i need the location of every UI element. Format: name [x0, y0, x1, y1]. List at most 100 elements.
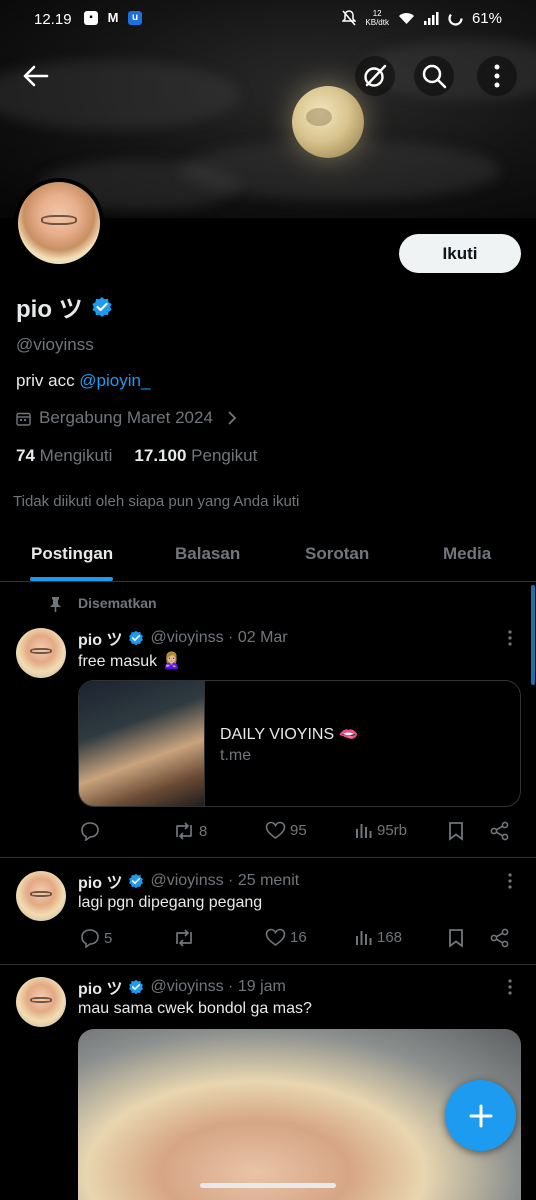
like-button[interactable]: 16	[265, 928, 307, 947]
joined-date: Bergabung Maret 2024	[16, 408, 237, 428]
repost-button[interactable]: 8	[173, 821, 207, 841]
share-button[interactable]	[490, 928, 510, 948]
verified-badge-icon	[129, 873, 144, 889]
search-icon	[422, 64, 447, 89]
post-avatar[interactable]	[16, 628, 66, 678]
calendar-icon	[16, 412, 31, 426]
bio-link[interactable]: @pioyin_	[79, 371, 150, 390]
post-text: lagi pgn dipegang pegang	[78, 894, 263, 911]
repost-icon	[176, 929, 192, 947]
share-icon	[490, 821, 509, 841]
repost-button[interactable]	[173, 928, 199, 948]
post-header: pio ツ @vioyinss · 19 jam	[78, 975, 286, 999]
link-card-title: DAILY VIOYINS 🫦	[220, 726, 359, 743]
more-options-button[interactable]	[477, 56, 517, 96]
link-card[interactable]: DAILY VIOYINS 🫦 t.me	[78, 680, 521, 807]
post-meta: @vioyinss · 25 menit	[150, 872, 300, 889]
profile-name: pio ツ	[16, 296, 83, 323]
app-notification-icon-2: u	[128, 11, 142, 25]
compose-post-button[interactable]	[445, 1080, 516, 1151]
app-notification-icon: ▪	[84, 11, 98, 25]
search-button[interactable]	[414, 56, 454, 96]
mute-icon	[342, 10, 357, 26]
post-more-icon[interactable]	[504, 629, 516, 647]
active-tab-indicator	[30, 577, 113, 581]
reply-button[interactable]: 5	[80, 928, 112, 948]
verified-badge-icon[interactable]	[91, 296, 113, 318]
heart-icon	[265, 821, 286, 839]
bookmark-button[interactable]	[448, 928, 464, 948]
scrollbar[interactable]	[531, 585, 535, 685]
tab-highlights[interactable]: Sorotan	[305, 544, 369, 564]
following-stat[interactable]: 74 Mengikuti	[16, 446, 112, 466]
post-meta: @vioyinss · 19 jam	[150, 978, 286, 995]
post-meta: @vioyinss · 02 Mar	[150, 629, 288, 646]
status-time: 12.19	[34, 11, 72, 28]
chevron-right-icon[interactable]	[227, 411, 237, 425]
share-icon	[490, 928, 509, 948]
post-avatar[interactable]	[16, 871, 66, 921]
back-button[interactable]	[16, 56, 56, 96]
battery-level: 61%	[471, 9, 502, 27]
profile-bio: priv acc @pioyin_	[16, 371, 151, 390]
pin-icon	[50, 597, 61, 612]
post-author-name[interactable]: pio ツ	[78, 975, 122, 999]
post-divider	[0, 964, 536, 965]
reply-icon	[81, 929, 99, 948]
plus-icon	[469, 1104, 492, 1127]
bookmark-icon	[449, 929, 463, 948]
tab-media[interactable]: Media	[443, 544, 491, 564]
views-button[interactable]: 168	[355, 928, 402, 946]
post-text: mau sama cwek bondol ga mas?	[78, 1000, 312, 1017]
not-followed-notice: Tidak diikuti oleh siapa pun yang Anda i…	[13, 493, 300, 510]
network-speed: 12 KB/dtk	[365, 9, 389, 27]
views-icon	[356, 824, 372, 838]
signal-icon	[423, 11, 439, 25]
bookmark-button[interactable]	[448, 821, 464, 841]
views-icon	[356, 931, 372, 945]
link-card-image	[79, 681, 205, 806]
heart-icon	[265, 928, 286, 946]
notification-icons: ▪ M u	[84, 11, 142, 25]
post-avatar[interactable]	[16, 977, 66, 1027]
reply-icon	[81, 822, 99, 841]
post-actions: 8 95 95rb	[78, 821, 518, 845]
post-author-name[interactable]: pio ツ	[78, 626, 122, 650]
bookmark-icon	[449, 822, 463, 841]
verified-badge-icon	[129, 979, 144, 995]
repost-icon	[176, 822, 192, 840]
arrow-left-icon	[23, 65, 49, 87]
wifi-icon	[398, 12, 414, 24]
post-header: pio ツ @vioyinss · 02 Mar	[78, 626, 288, 650]
tab-replies[interactable]: Balasan	[175, 544, 240, 564]
post-divider	[0, 857, 536, 858]
battery-icon	[448, 10, 463, 26]
more-vertical-icon	[494, 64, 500, 88]
moon-image	[292, 86, 364, 158]
post-author-name[interactable]: pio ツ	[78, 869, 122, 893]
profile-avatar[interactable]	[14, 178, 104, 268]
follow-button[interactable]: Ikuti	[399, 234, 521, 273]
post-more-icon[interactable]	[504, 978, 516, 996]
gmail-icon: M	[107, 10, 119, 25]
pinned-label: Disematkan	[78, 595, 157, 611]
reply-button[interactable]	[80, 821, 104, 841]
profile-tabs: Postingan Balasan Sorotan Media	[0, 530, 536, 582]
profile-handle: @vioyinss	[16, 335, 94, 354]
post-text: free masuk 🙎🏼‍♀️	[78, 653, 182, 670]
grok-icon	[364, 64, 387, 87]
views-button[interactable]: 95rb	[355, 821, 407, 839]
followers-stat[interactable]: 17.100 Pengikut	[134, 446, 257, 466]
grok-button[interactable]	[355, 56, 395, 96]
verified-badge-icon	[129, 630, 144, 646]
tab-posts[interactable]: Postingan	[31, 544, 113, 564]
post-actions: 5 16 168	[78, 928, 518, 952]
share-button[interactable]	[490, 821, 510, 841]
status-bar: 12.19 ▪ M u 12 KB/dtk 61%	[0, 0, 536, 40]
like-button[interactable]: 95	[265, 821, 307, 840]
post-more-icon[interactable]	[504, 872, 516, 890]
follow-stats: 74 Mengikuti 17.100 Pengikut	[16, 446, 257, 466]
gesture-navigation-bar[interactable]	[200, 1183, 336, 1188]
post-header: pio ツ @vioyinss · 25 menit	[78, 869, 299, 893]
profile-name-row: pio ツ	[16, 289, 113, 324]
